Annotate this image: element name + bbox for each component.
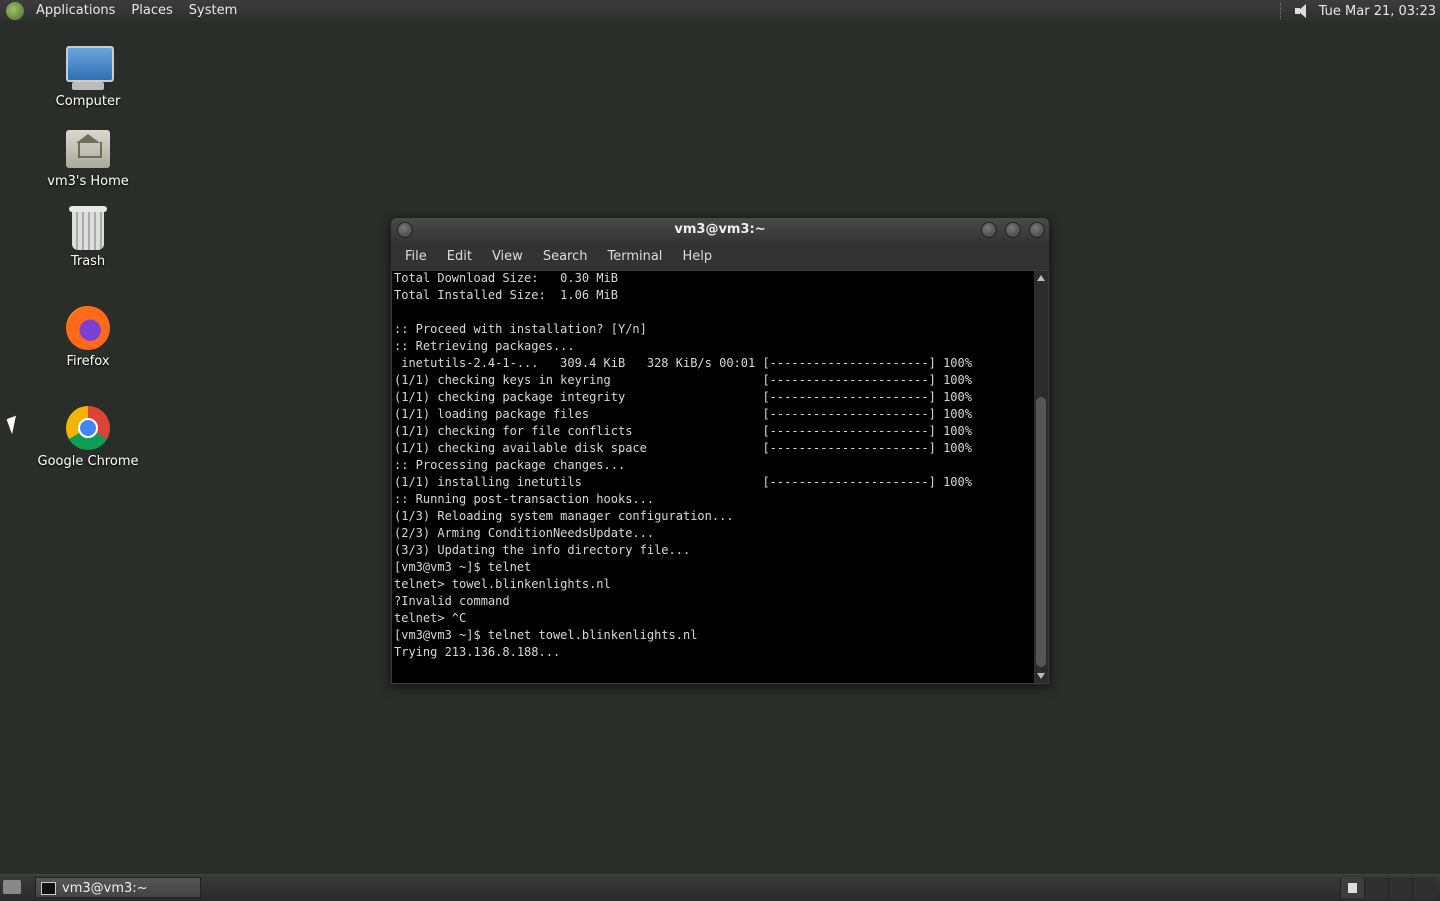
- minimize-button[interactable]: [981, 222, 997, 238]
- terminal-line: inetutils-2.4-1-... 309.4 KiB 328 KiB/s …: [401, 356, 972, 370]
- menu-applications[interactable]: Applications: [28, 0, 123, 22]
- menu-search[interactable]: Search: [533, 249, 598, 264]
- menu-places[interactable]: Places: [123, 0, 180, 22]
- terminal-line: (1/1) checking for file conflicts [-----…: [394, 424, 972, 438]
- terminal-line: Total Download Size: 0.30 MiB: [394, 271, 618, 285]
- scroll-thumb[interactable]: [1036, 397, 1046, 667]
- distro-logo-icon[interactable]: [6, 2, 24, 20]
- terminal-line: ?Invalid command: [394, 594, 510, 608]
- desktop-icon-trash[interactable]: Trash: [33, 204, 143, 269]
- workspace-4[interactable]: [1412, 878, 1436, 898]
- menu-file[interactable]: File: [395, 249, 437, 264]
- terminal-line: (1/1) loading package files [-----------…: [394, 407, 972, 421]
- terminal-line: :: Proceed with installation? [Y/n]: [394, 322, 647, 336]
- firefox-icon: [64, 304, 112, 352]
- panel-handle: [1279, 3, 1283, 19]
- panel-tray: Tue Mar 21, 03:23: [1279, 0, 1436, 22]
- terminal-line: (1/3) Reloading system manager configura…: [394, 509, 734, 523]
- desktop-icon-home[interactable]: vm3's Home: [33, 124, 143, 189]
- terminal-line: (1/1) installing inetutils [------------…: [394, 475, 972, 489]
- terminal-output[interactable]: Total Download Size: 0.30 MiB Total Inst…: [392, 271, 1034, 683]
- volume-icon[interactable]: [1293, 3, 1309, 19]
- terminal-line: (2/3) Arming ConditionNeedsUpdate...: [394, 526, 655, 540]
- show-desktop-icon[interactable]: [3, 880, 21, 894]
- taskbar-item-label: vm3@vm3:~: [62, 881, 148, 896]
- top-panel: Applications Places System Tue Mar 21, 0…: [0, 0, 1440, 22]
- window-titlebar[interactable]: vm3@vm3:~: [391, 218, 1049, 242]
- vertical-scrollbar[interactable]: [1034, 271, 1048, 683]
- maximize-button[interactable]: [1005, 222, 1021, 238]
- trash-icon: [64, 204, 112, 252]
- menu-terminal[interactable]: Terminal: [597, 249, 672, 264]
- terminal-line: (1/1) checking package integrity [------…: [394, 390, 972, 404]
- terminal-line: (1/1) checking available disk space [---…: [394, 441, 972, 455]
- home-folder-icon: [64, 124, 112, 172]
- menu-help[interactable]: Help: [672, 249, 722, 264]
- terminal-line: (1/1) checking keys in keyring [--------…: [394, 373, 972, 387]
- scroll-up-icon[interactable]: [1037, 275, 1045, 281]
- menu-edit[interactable]: Edit: [437, 249, 482, 264]
- terminal-line: telnet> ^C: [394, 611, 467, 625]
- terminal-menubar: File Edit View Search Terminal Help: [391, 242, 1049, 270]
- terminal-line: :: Running post-transaction hooks...: [394, 492, 655, 506]
- mouse-pointer-icon: [6, 415, 22, 435]
- scroll-down-icon[interactable]: [1037, 673, 1045, 679]
- taskbar-item-terminal[interactable]: vm3@vm3:~: [35, 877, 201, 898]
- desktop-icon-chrome[interactable]: Google Chrome: [33, 404, 143, 469]
- desktop-icon-label: Firefox: [66, 354, 110, 369]
- terminal-line: Trying 213.136.8.188...: [394, 645, 561, 659]
- terminal-line: [vm3@vm3 ~]$ telnet: [394, 560, 532, 574]
- terminal-line: :: Processing package changes...: [394, 458, 626, 472]
- menu-view[interactable]: View: [482, 249, 533, 264]
- terminal-line: (3/3) Updating the info directory file..…: [394, 543, 691, 557]
- close-button[interactable]: [1029, 222, 1045, 238]
- terminal-text: Total Download Size: 0.30 MiB Total Inst…: [392, 271, 1034, 661]
- terminal-line: Total Installed Size: 1.06 MiB: [394, 288, 618, 302]
- workspace-2[interactable]: [1364, 878, 1388, 898]
- desktop-icon-label: vm3's Home: [47, 174, 129, 189]
- workspace-3[interactable]: [1388, 878, 1412, 898]
- bottom-panel: vm3@vm3:~: [0, 874, 1440, 901]
- desktop-icon-label: Computer: [55, 94, 121, 109]
- window-title: vm3@vm3:~: [674, 222, 766, 237]
- terminal-line: telnet> towel.blinkenlights.nl: [394, 577, 611, 591]
- chrome-icon: [64, 404, 112, 452]
- terminal-window[interactable]: vm3@vm3:~ File Edit View Search Terminal…: [390, 217, 1050, 685]
- terminal-icon: [41, 882, 56, 895]
- terminal-line: [vm3@vm3 ~]$ telnet towel.blinkenlights.…: [394, 628, 698, 642]
- desktop-icon-firefox[interactable]: Firefox: [33, 304, 143, 369]
- desktop-icon-label: Trash: [70, 254, 106, 269]
- computer-icon: [64, 44, 114, 92]
- desktop-icon-computer[interactable]: Computer: [33, 44, 143, 109]
- menu-system[interactable]: System: [181, 0, 245, 22]
- workspace-switcher[interactable]: [1340, 878, 1436, 898]
- desktop-icon-label: Google Chrome: [37, 454, 139, 469]
- workspace-1[interactable]: [1340, 878, 1364, 898]
- terminal-line: :: Retrieving packages...: [394, 339, 575, 353]
- clock[interactable]: Tue Mar 21, 03:23: [1319, 4, 1436, 19]
- window-menu-button[interactable]: [397, 222, 413, 238]
